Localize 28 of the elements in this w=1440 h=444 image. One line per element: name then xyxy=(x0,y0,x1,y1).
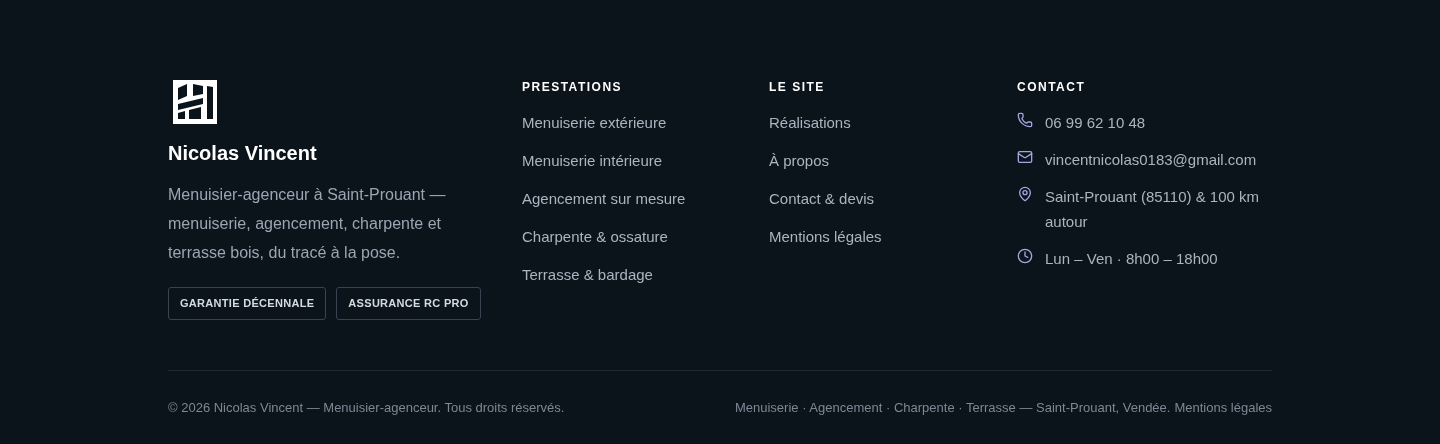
contact-text: Saint-Prouant (85110) & 100 km autour xyxy=(1045,187,1260,232)
footer-link[interactable]: Contact & devis xyxy=(769,188,875,209)
phone-icon xyxy=(1017,112,1033,128)
contact-text[interactable]: vincentnicolas0183@gmail.com xyxy=(1045,147,1275,172)
footer-link[interactable]: Réalisations xyxy=(769,112,851,133)
map-pin-icon xyxy=(1017,186,1033,202)
column-heading: PRESTATIONS xyxy=(522,80,624,94)
logo-icon xyxy=(173,80,217,124)
column-heading: LE SITE xyxy=(769,80,826,94)
certification-badge: ASSURANCE RC PRO xyxy=(336,287,481,320)
footer-link[interactable]: À propos xyxy=(769,150,830,171)
brand-description: Menuisier-agenceur à Saint-Prouant — menuiserie, agencement, charpente et terrasse bois, du tracé à la pose. xyxy=(168,185,447,263)
certification-badge: GARANTIE DÉCENNALE xyxy=(168,287,327,320)
contact-text[interactable]: 06 99 62 10 48 xyxy=(1045,110,1275,135)
mail-icon xyxy=(1017,149,1033,165)
footer-link[interactable]: Terrasse & bardage xyxy=(522,264,653,285)
footer-tagline: Menuiserie · Agencement · Charpente · Terrasse — Saint-Prouant, Vendée. xyxy=(734,398,1171,417)
footer-link[interactable]: Menuiserie extérieure xyxy=(522,112,667,133)
legal-link[interactable]: Mentions légales xyxy=(1174,397,1272,418)
copyright-text: © 2026 Nicolas Vincent — Menuisier-agenceur. Tous droits réservés. xyxy=(168,398,565,417)
clock-icon xyxy=(1017,248,1033,264)
footer-link[interactable]: Menuiserie intérieure xyxy=(522,150,663,171)
footer-link[interactable]: Agencement sur mesure xyxy=(522,188,686,209)
brand-name: Nicolas Vincent xyxy=(168,141,318,166)
footer-link[interactable]: Mentions légales xyxy=(769,226,882,247)
column-heading: CONTACT xyxy=(1017,80,1087,94)
footer-link[interactable]: Charpente & ossature xyxy=(522,226,668,247)
contact-text: Lun – Ven · 8h00 – 18h00 xyxy=(1045,249,1219,269)
